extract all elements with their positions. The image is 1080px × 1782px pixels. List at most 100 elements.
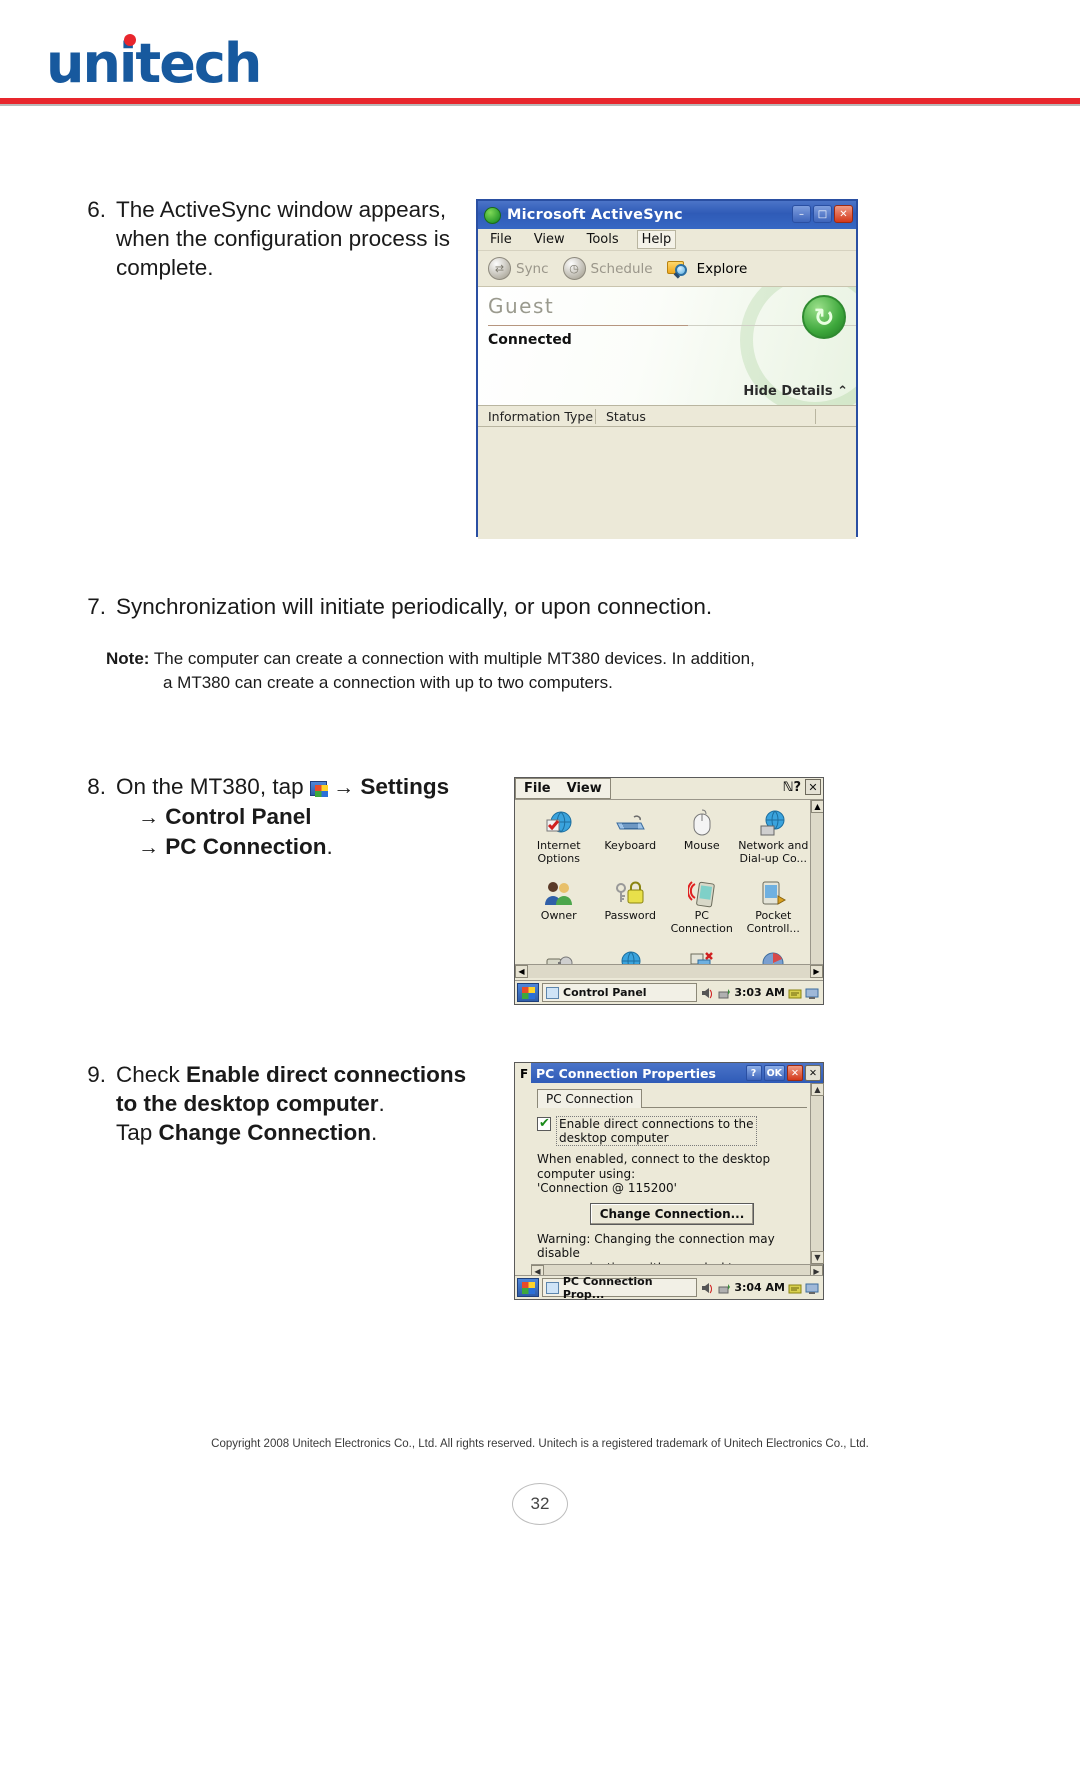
properties-titlebar: PC Connection Properties ? OK ✕ ✕ — [531, 1063, 823, 1083]
step-8-period: . — [326, 834, 333, 859]
enable-direct-connections-checkbox-row[interactable]: Enable direct connections to the desktop… — [537, 1116, 807, 1146]
cp-item-pc-connection[interactable]: PC Connection — [666, 876, 738, 946]
toolbar-explore-button[interactable]: Explore — [666, 258, 747, 280]
pocket-controller-icon — [738, 876, 810, 910]
context-help-icon[interactable]: ℕ? — [783, 780, 801, 795]
control-panel-window[interactable]: File View ℕ? ✕ Internet Options Keyboard… — [514, 777, 824, 1005]
toolbar-sync-button[interactable]: ⇄ Sync — [488, 257, 549, 280]
cp-close-button[interactable]: ✕ — [805, 779, 821, 795]
warning-line-1: Warning: Changing the connection may dis… — [537, 1231, 775, 1261]
step-9-bold-1: Enable direct connections — [186, 1062, 467, 1087]
step-6-number: 6. — [87, 197, 106, 222]
menu-item-view[interactable]: View — [530, 231, 569, 248]
step-6-line-3: complete. — [116, 255, 214, 280]
internet-options-icon — [523, 806, 595, 840]
cp-menu-file[interactable]: File — [524, 781, 551, 796]
owner-icon — [523, 876, 595, 910]
start-button[interactable] — [517, 983, 539, 1002]
scroll-right-arrow-icon[interactable]: ▶ — [810, 965, 823, 978]
step-6-line-1: The ActiveSync window appears, — [116, 197, 447, 222]
menu-item-file[interactable]: File — [486, 231, 516, 248]
connection-status: Connected — [488, 332, 572, 348]
cp-item-internet-options[interactable]: Internet Options — [523, 806, 595, 876]
column-header-information-type[interactable]: Information Type — [478, 408, 596, 424]
scroll-up-arrow-icon[interactable]: ▲ — [811, 800, 823, 813]
properties-close-button[interactable]: ✕ — [787, 1065, 803, 1081]
cp-item-keyboard[interactable]: Keyboard — [595, 806, 667, 876]
cp-item-mouse[interactable]: Mouse — [666, 806, 738, 876]
activesync-status-area: Guest Connected ↻ Hide Details ⌃ — [478, 287, 856, 405]
step-8-line-1-text: On the MT380, tap — [116, 774, 304, 799]
cp-item-pocket-controller[interactable]: Pocket Controll... — [738, 876, 810, 946]
description-line-1: When enabled, connect to the desktop — [537, 1152, 771, 1166]
step-6: 6. The ActiveSync window appears, when t… — [78, 195, 478, 282]
cp-label-keyboard: Keyboard — [604, 839, 657, 852]
page-header: unitech — [0, 0, 1080, 104]
activesync-window[interactable]: Microsoft ActiveSync – □ ✕ File View Too… — [476, 199, 858, 539]
unitech-logo: unitech — [46, 32, 262, 95]
tray-volume-icon-2[interactable] — [700, 1281, 714, 1295]
chevron-up-icon: ⌃ — [837, 384, 848, 399]
cp-item-owner[interactable]: Owner — [523, 876, 595, 946]
enable-direct-connections-checkbox[interactable] — [537, 1116, 551, 1131]
tray-desktop-icon-2[interactable] — [805, 1281, 819, 1295]
step-7-number: 7. — [87, 594, 106, 619]
pp-scroll-down-arrow-icon[interactable]: ▼ — [811, 1251, 824, 1264]
step-8-settings-label: Settings — [360, 774, 450, 799]
taskbar-clock[interactable]: 3:03 AM — [734, 986, 785, 999]
tray-network-icon-2[interactable] — [717, 1281, 731, 1295]
change-connection-button[interactable]: Change Connection... — [589, 1202, 755, 1225]
cp-menu-view[interactable]: View — [567, 781, 602, 796]
cp-item-password[interactable]: Password — [595, 876, 667, 946]
step-8-number: 8. — [87, 774, 106, 799]
pp-scroll-up-arrow-icon[interactable]: ▲ — [811, 1083, 824, 1096]
scroll-left-arrow-icon[interactable]: ◀ — [515, 965, 528, 978]
taskbar-button-control-panel[interactable]: Control Panel — [542, 983, 698, 1002]
details-table-header: Information Type Status — [478, 405, 856, 427]
column-header-status[interactable]: Status — [596, 408, 816, 424]
logo-text: unitech — [46, 32, 262, 95]
mouse-icon — [666, 806, 738, 840]
cp-label-pc-connection: PC Connection — [670, 909, 733, 935]
windows-start-icon — [309, 781, 328, 797]
note-line-1: The computer can create a connection wit… — [153, 649, 755, 668]
taskbar-button-label: Control Panel — [563, 986, 647, 999]
properties-vertical-scrollbar[interactable]: ▲ ▼ — [810, 1083, 824, 1264]
tray-desktop-icon[interactable] — [805, 986, 819, 1000]
pc-connection-properties-window[interactable]: F PC Connection Properties ? OK ✕ ✕ PC C… — [514, 1062, 824, 1301]
control-panel-horizontal-scrollbar[interactable]: ◀ ▶ — [515, 964, 823, 978]
sync-icon: ⇄ — [488, 257, 511, 280]
toolbar-sync-label: Sync — [516, 260, 549, 277]
tab-pc-connection[interactable]: PC Connection — [537, 1089, 643, 1108]
tray-network-icon[interactable] — [717, 986, 731, 1000]
control-panel-vertical-scrollbar[interactable]: ▲ ▼ — [810, 800, 823, 978]
toolbar-schedule-button[interactable]: ◷ Schedule — [562, 257, 653, 280]
step-9-period-2: . — [371, 1120, 378, 1145]
step-9: 9. Check Enable direct connections to th… — [78, 1060, 508, 1147]
taskbar-button-pc-connection-prop[interactable]: PC Connection Prop... — [542, 1275, 698, 1301]
taskbar-clock-2[interactable]: 3:04 AM — [734, 1281, 785, 1294]
start-button-2[interactable] — [517, 1278, 539, 1297]
step-8-pc-connection-label: PC Connection — [165, 834, 327, 859]
connection-description: When enabled, connect to the desktop com… — [537, 1152, 807, 1196]
hide-details-link[interactable]: Hide Details ⌃ — [743, 384, 848, 399]
minimize-button[interactable]: – — [792, 205, 811, 223]
taskbar-button-label-2: PC Connection Prop... — [562, 1274, 653, 1301]
tray-volume-icon[interactable] — [700, 986, 714, 1000]
tray-sip-icon-2[interactable] — [788, 1281, 802, 1295]
step-9-check-word: Check — [116, 1062, 187, 1087]
close-button[interactable]: ✕ — [834, 205, 853, 223]
menu-item-tools[interactable]: Tools — [583, 231, 623, 248]
help-button[interactable]: ? — [745, 1065, 762, 1081]
maximize-button[interactable]: □ — [813, 205, 832, 223]
outer-close-button[interactable]: ✕ — [805, 1065, 821, 1081]
activesync-menubar: File View Tools Help — [478, 229, 856, 251]
change-connection-row: Change Connection... — [537, 1202, 807, 1225]
menu-item-help[interactable]: Help — [636, 230, 677, 249]
properties-dialog[interactable]: PC Connection Properties ? OK ✕ ✕ PC Con… — [531, 1063, 824, 1289]
cp-item-network-dialup[interactable]: Network and Dial-up Co... — [738, 806, 810, 876]
taskbar-window-icon — [546, 986, 559, 999]
tray-sip-icon[interactable] — [788, 986, 802, 1000]
ok-button[interactable]: OK — [763, 1065, 785, 1081]
properties-title: PC Connection Properties — [536, 1065, 716, 1081]
